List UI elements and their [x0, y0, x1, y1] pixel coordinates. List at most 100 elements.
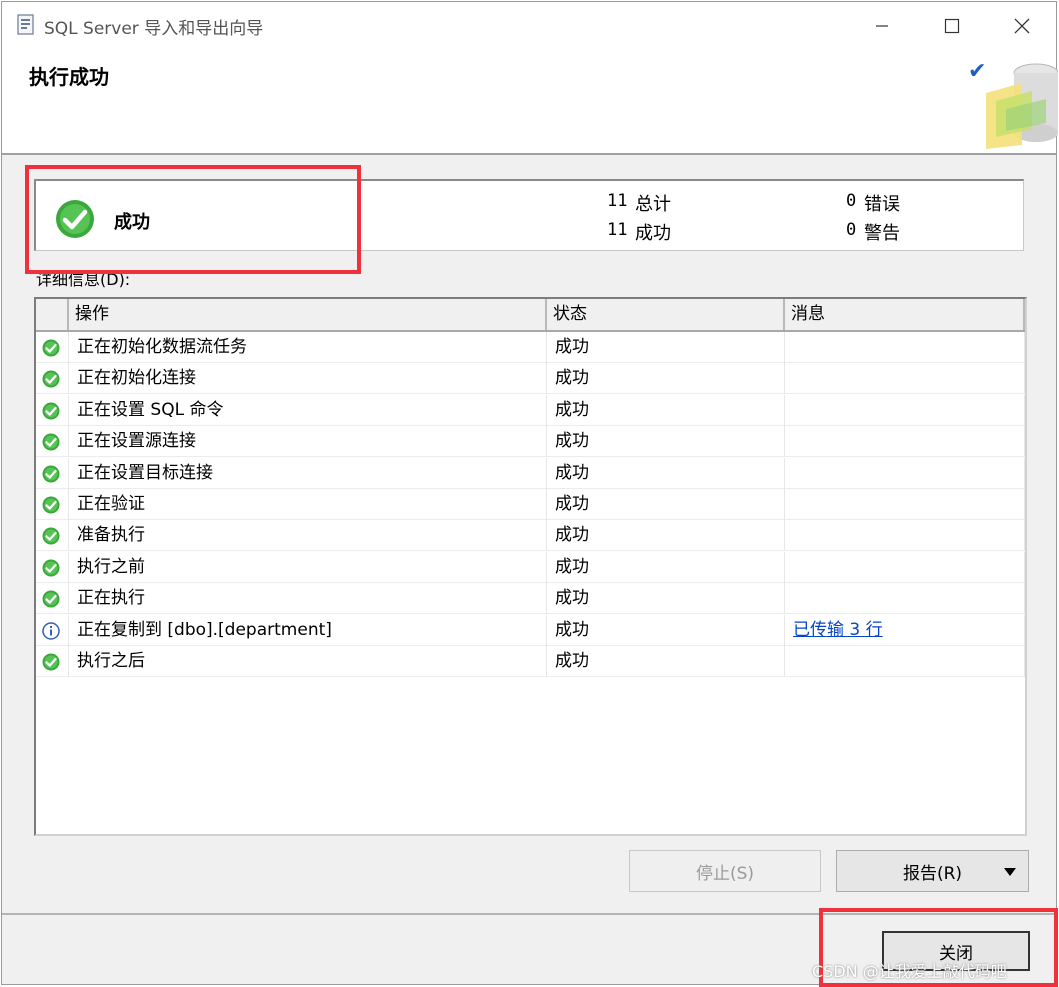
row-icon-cell: [36, 551, 69, 583]
row-action: 正在初始化数据流任务: [69, 332, 547, 363]
row-icon-cell: [36, 489, 69, 520]
row-icon-cell: [36, 646, 69, 677]
row-icon-cell: [36, 520, 69, 552]
table-row[interactable]: 执行之后 成功: [36, 646, 1025, 677]
wizard-window: SQL Server 导入和导出向导 执行成功 ✔ 成功 11 总计 11 成功…: [1, 1, 1058, 985]
row-message-link[interactable]: 已传输 3 行: [793, 620, 883, 640]
row-icon-cell: [36, 394, 69, 426]
info-icon: [42, 621, 60, 640]
table-row[interactable]: 正在验证 成功: [36, 489, 1025, 520]
success-icon: [42, 339, 60, 357]
row-action: 正在复制到 [dbo].[department]: [69, 614, 547, 646]
row-action: 执行之前: [69, 551, 547, 583]
table-row[interactable]: 正在设置目标连接 成功: [36, 457, 1025, 489]
row-message: [785, 646, 1025, 677]
row-action: 执行之后: [69, 646, 547, 677]
success-label: 成功: [635, 223, 671, 244]
wizard-app-icon: [17, 14, 34, 35]
table-row[interactable]: 执行之前 成功: [36, 551, 1025, 583]
row-message: [785, 426, 1025, 458]
close-icon: [1014, 18, 1030, 33]
column-header-status[interactable]: 状态: [547, 299, 785, 330]
window-title: SQL Server 导入和导出向导: [44, 19, 264, 39]
row-action: 正在设置源连接: [69, 426, 547, 458]
success-icon: [42, 402, 60, 420]
wizard-graphic-icon: [986, 63, 1058, 149]
success-icon: [42, 527, 60, 545]
row-message: [785, 363, 1025, 395]
row-status: 成功: [547, 614, 785, 646]
table-row[interactable]: 正在复制到 [dbo].[department] 成功 已传输 3 行: [36, 614, 1025, 646]
row-status: 成功: [547, 583, 785, 615]
row-status: 成功: [547, 426, 785, 458]
row-status: 成功: [547, 363, 785, 395]
table-row[interactable]: 正在设置 SQL 命令 成功: [36, 394, 1025, 426]
success-icon: [42, 590, 60, 608]
column-header-action[interactable]: 操作: [69, 299, 547, 330]
row-status: 成功: [547, 332, 785, 363]
row-action: 正在初始化连接: [69, 363, 547, 395]
error-count: 0: [846, 191, 857, 211]
details-grid[interactable]: 操作 状态 消息 正在初始化数据流任务 成功 正在初始化连接 成功 正在设置 SQL 命…: [34, 297, 1027, 836]
row-icon-cell: [36, 426, 69, 458]
report-button-label: 报告(R): [902, 863, 963, 884]
table-row[interactable]: 准备执行 成功: [36, 520, 1025, 552]
grid-header-icon-column: [36, 299, 69, 330]
row-message: [785, 583, 1025, 615]
success-icon: [42, 433, 60, 451]
highlight-box-summary: [25, 165, 361, 274]
row-message: [785, 457, 1025, 489]
page-title: 执行成功: [29, 65, 109, 89]
row-action: 正在设置目标连接: [69, 457, 547, 489]
maximize-button[interactable]: [917, 2, 987, 49]
row-message: [785, 394, 1025, 426]
title-bar[interactable]: SQL Server 导入和导出向导: [2, 2, 1056, 49]
row-action: 正在设置 SQL 命令: [69, 394, 547, 426]
grid-header: 操作 状态 消息: [36, 299, 1025, 332]
row-icon-cell: [36, 457, 69, 489]
success-icon: [42, 496, 60, 514]
success-icon: [42, 653, 60, 671]
row-status: 成功: [547, 646, 785, 677]
warning-label: 警告: [864, 223, 900, 244]
window-close-button[interactable]: [987, 2, 1057, 49]
row-icon-cell: [36, 583, 69, 615]
total-count: 11: [607, 191, 628, 211]
row-status: 成功: [547, 394, 785, 426]
dropdown-arrow-icon: [1004, 868, 1016, 876]
success-icon: [42, 559, 60, 577]
row-icon-cell: [36, 614, 69, 646]
checkmark-icon: ✔: [968, 59, 987, 84]
table-row[interactable]: 正在设置源连接 成功: [36, 426, 1025, 458]
table-row[interactable]: 正在初始化连接 成功: [36, 363, 1025, 395]
row-message: 已传输 3 行: [785, 614, 1025, 646]
maximize-icon: [944, 18, 960, 33]
row-icon-cell: [36, 363, 69, 395]
row-message: [785, 520, 1025, 552]
wizard-header: 执行成功 ✔: [2, 49, 1058, 155]
error-label: 错误: [864, 194, 900, 215]
success-icon: [42, 465, 60, 483]
minimize-button[interactable]: [847, 2, 917, 49]
row-status: 成功: [547, 551, 785, 583]
watermark: CSDN @让我爱上敲代码吧: [812, 962, 1007, 981]
table-row[interactable]: 正在初始化数据流任务 成功: [36, 332, 1025, 363]
column-header-message[interactable]: 消息: [785, 299, 1025, 330]
minimize-icon: [876, 24, 888, 27]
warning-count: 0: [846, 220, 857, 240]
row-status: 成功: [547, 457, 785, 489]
row-message: [785, 551, 1025, 583]
table-row[interactable]: 正在执行 成功: [36, 583, 1025, 615]
row-status: 成功: [547, 489, 785, 520]
success-count: 11: [607, 220, 628, 240]
stop-button[interactable]: 停止(S): [629, 850, 821, 892]
row-action: 正在验证: [69, 489, 547, 520]
total-label: 总计: [635, 194, 671, 215]
row-action: 正在执行: [69, 583, 547, 615]
row-status: 成功: [547, 520, 785, 552]
row-message: [785, 332, 1025, 363]
row-action: 准备执行: [69, 520, 547, 552]
success-icon: [42, 370, 60, 388]
report-button[interactable]: 报告(R): [836, 850, 1029, 892]
row-icon-cell: [36, 332, 69, 363]
